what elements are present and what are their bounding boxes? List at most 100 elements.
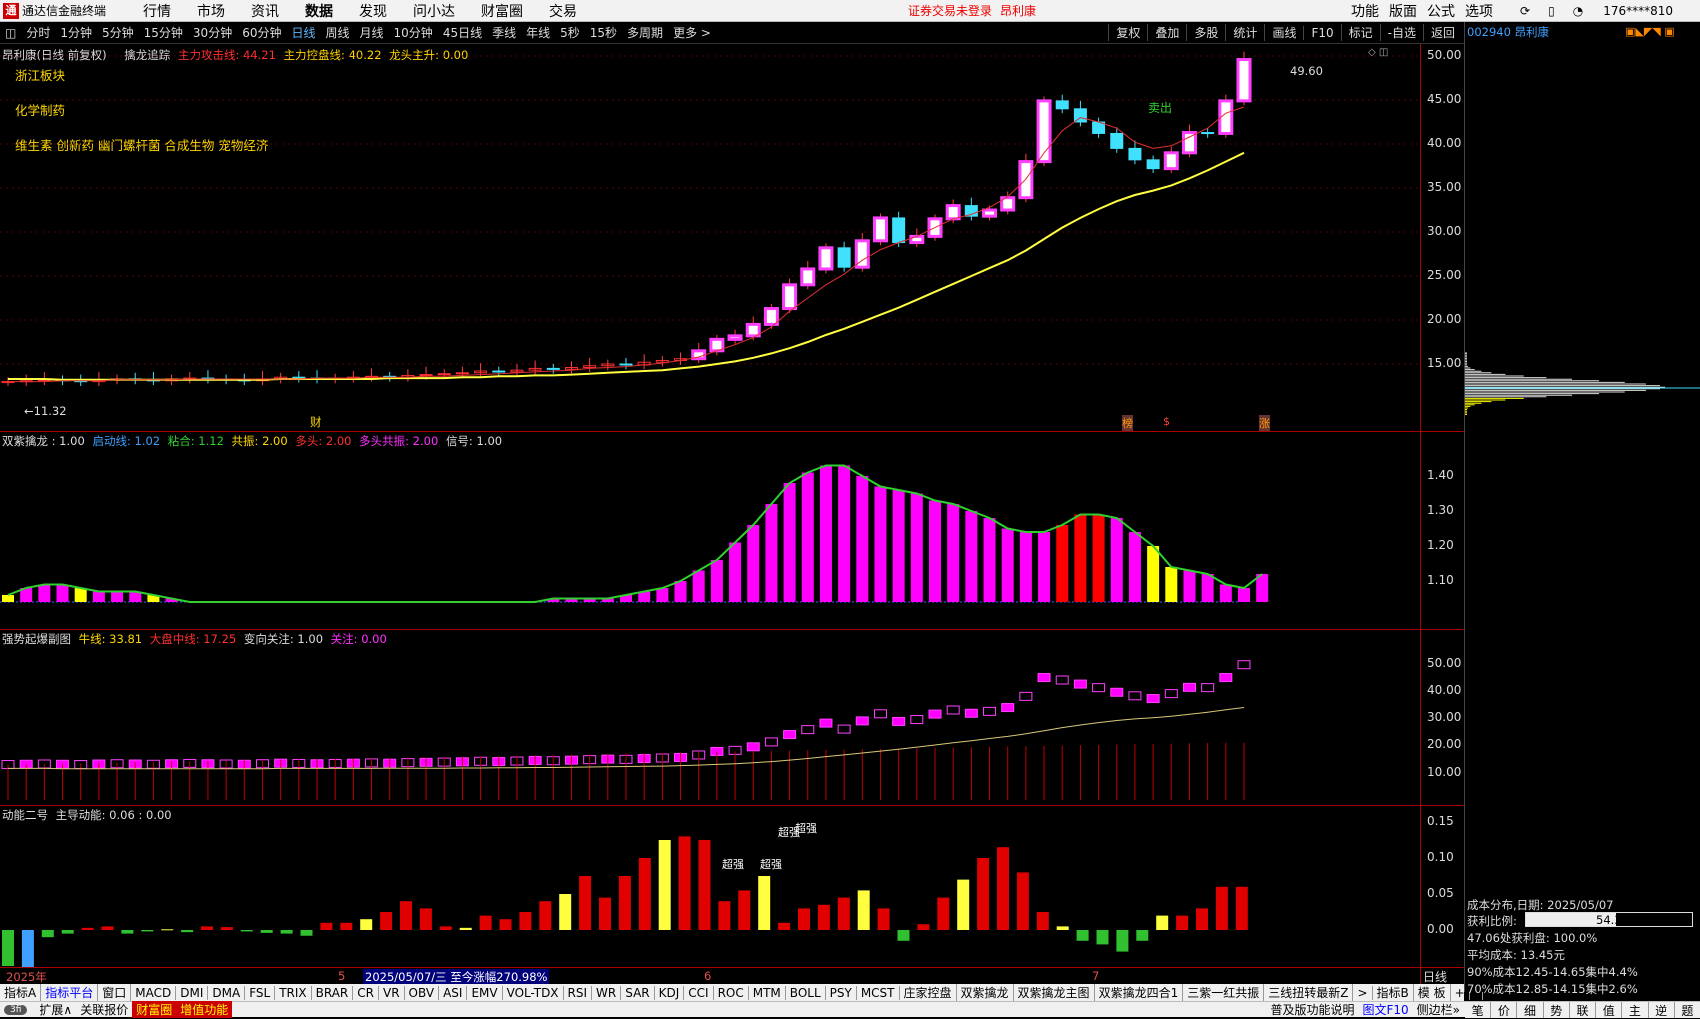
panel-tab[interactable]: 主 [1622, 1002, 1649, 1018]
strong-burst-pane[interactable]: 强势起爆副图 牛线: 33.81 大盘中线: 17.25 变向关注: 1.00 … [0, 629, 1464, 806]
indicator-tab[interactable]: WR [592, 985, 622, 1000]
phone-icon[interactable]: ▯ [1548, 4, 1555, 18]
indicator-tab[interactable]: 指标B [1373, 984, 1414, 1001]
menu-item-market[interactable]: 市场 [184, 1, 238, 21]
tool-adjust[interactable]: 复权 [1108, 24, 1147, 41]
tool-multi[interactable]: 多股 [1186, 24, 1225, 41]
refresh-icon[interactable]: ⟳ [1520, 4, 1530, 18]
panel-tab[interactable]: 题 [1674, 1002, 1700, 1018]
f10-button[interactable]: 图文F10 [1358, 1001, 1412, 1018]
rise-marker[interactable]: 涨 [1259, 415, 1270, 431]
wealth-circle-button[interactable]: 财富圈 [132, 1001, 177, 1018]
tool-overlay[interactable]: 叠加 [1147, 24, 1186, 41]
strong-burst-chart[interactable] [0, 630, 1420, 806]
indicator-tab[interactable]: > [1353, 985, 1373, 1000]
period-tab-daily[interactable]: 日线 [286, 24, 320, 41]
period-tab[interactable]: 45日线 [438, 24, 487, 41]
panel-toggle-icon[interactable]: ◫ [0, 26, 21, 40]
menu-layout[interactable]: 版面 [1384, 1, 1422, 21]
period-tab[interactable]: 5秒 [555, 24, 585, 41]
login-notice[interactable]: 证券交易未登录 [908, 2, 992, 19]
panel-tab[interactable]: 势 [1543, 1002, 1570, 1018]
period-tab[interactable]: 年线 [521, 24, 555, 41]
indicator-tab[interactable]: RSI [564, 985, 593, 1000]
bell-icon[interactable]: ◔ [1573, 4, 1583, 18]
indicator-tab[interactable]: 双紫擒龙主图 [1014, 984, 1095, 1001]
menu-item-discover[interactable]: 发现 [346, 1, 400, 21]
period-tab[interactable]: 季线 [487, 24, 521, 41]
user-id[interactable]: 176****810 [1603, 4, 1673, 18]
menu-item-trade[interactable]: 交易 [536, 1, 590, 21]
tool-draw[interactable]: 画线 [1264, 24, 1303, 41]
related-quotes-button[interactable]: 关联报价 [76, 1001, 132, 1018]
panel-tab[interactable]: 细 [1517, 1002, 1544, 1018]
tool-stats[interactable]: 统计 [1225, 24, 1264, 41]
finance-marker[interactable]: 财 [310, 414, 322, 430]
indicator-tab[interactable]: ROC [714, 985, 749, 1000]
indicator-tab[interactable]: 双紫擒龙四合1 [1095, 984, 1184, 1001]
menu-options[interactable]: 选项 [1460, 1, 1498, 21]
indicator-tab[interactable]: 三紫一红共振 [1183, 984, 1265, 1001]
period-tab[interactable]: 10分钟 [389, 24, 438, 41]
main-chart-pane[interactable]: 昂利康(日线 前复权) 擒龙追踪 主力攻击线: 44.21 主力控盘线: 40.… [0, 44, 1464, 432]
period-tab[interactable]: 多周期 [622, 24, 668, 41]
period-tab[interactable]: 15秒 [585, 24, 622, 41]
toggle-switch-icon[interactable]: 3fi [4, 1004, 28, 1015]
indicator-tab[interactable]: MACD [131, 985, 177, 1000]
indicator-tab[interactable]: EMV [467, 985, 503, 1000]
period-tab[interactable]: 分时 [21, 24, 55, 41]
indicator-tab[interactable]: VR [379, 985, 405, 1000]
dual-purple-pane[interactable]: 双紫擒龙 : 1.00 启动线: 1.02 粘合: 1.12 共振: 2.00 … [0, 431, 1464, 630]
indicator-tab[interactable]: 窗口 [98, 984, 132, 1001]
panel-tab[interactable]: 逆 [1648, 1002, 1675, 1018]
period-tab[interactable]: 周线 [321, 24, 355, 41]
indicator-tab[interactable]: BOLL [786, 985, 826, 1000]
panel-tab[interactable]: 值 [1596, 1002, 1623, 1018]
menu-function[interactable]: 功能 [1346, 1, 1384, 21]
period-tab[interactable]: 1分钟 [55, 24, 97, 41]
indicator-tab[interactable]: 指标平台 [41, 984, 99, 1001]
indicator-tab[interactable]: 庄家控盘 [900, 984, 957, 1001]
momentum-chart[interactable]: 超强 超强超强超强 [0, 806, 1420, 968]
tool-f10[interactable]: F10 [1303, 25, 1340, 40]
value-added-button[interactable]: 增值功能 [176, 1001, 233, 1018]
indicator-tab[interactable]: DMA [208, 985, 246, 1000]
tool-back[interactable]: 返回 [1422, 24, 1462, 41]
menu-item-quotes[interactable]: 行情 [130, 1, 184, 21]
indicator-tab[interactable]: BRAR [312, 985, 354, 1000]
menu-formula[interactable]: 公式 [1422, 1, 1460, 21]
indicator-tab[interactable]: MTM [749, 985, 786, 1000]
indicator-tab[interactable]: 指标A [0, 984, 42, 1001]
indicator-tab[interactable]: VOL-TDX [503, 985, 564, 1000]
period-tab-more[interactable]: 更多 > [668, 24, 716, 41]
indicator-tab[interactable]: MCST [857, 985, 900, 1000]
indicator-tab[interactable]: OBV [405, 985, 440, 1000]
indicator-tab[interactable]: ASI [439, 985, 468, 1000]
tool-watchlist[interactable]: -自选 [1379, 24, 1423, 41]
dual-purple-chart[interactable] [0, 432, 1420, 630]
menu-item-ask[interactable]: 问小达 [400, 1, 468, 21]
indicator-tab[interactable]: 双紫擒龙 [957, 984, 1014, 1001]
momentum-pane[interactable]: 动能二号 主导动能: 0.06 : 0.00 超强 超强 超强 超强 0.15 0.10… [0, 805, 1464, 968]
period-tab[interactable]: 30分钟 [188, 24, 237, 41]
period-tab[interactable]: 15分钟 [139, 24, 188, 41]
panel-tab[interactable]: 笔 [1465, 1002, 1492, 1018]
menu-item-news[interactable]: 资讯 [238, 1, 292, 21]
panel-tab[interactable]: 价 [1491, 1002, 1518, 1018]
indicator-tab[interactable]: TRIX [275, 985, 312, 1000]
panel-tab[interactable]: 联 [1569, 1002, 1597, 1018]
basic-edition-help[interactable]: 普及版功能说明 [1266, 1001, 1358, 1018]
period-tab[interactable]: 月线 [355, 24, 389, 41]
period-tab[interactable]: 5分钟 [97, 24, 139, 41]
indicator-tab[interactable]: KDJ [655, 985, 685, 1000]
indicator-tab[interactable]: CR [353, 985, 379, 1000]
indicator-tab[interactable]: SAR [621, 985, 655, 1000]
panel-icons[interactable]: ▣◣◤◥ ▣ [1625, 25, 1675, 38]
chip-distribution-chart[interactable] [1465, 352, 1700, 432]
indicator-tab[interactable]: CCI [684, 985, 714, 1000]
period-tab[interactable]: 60分钟 [237, 24, 286, 41]
rank-marker[interactable]: 榜 [1122, 415, 1133, 431]
candlestick-chart[interactable] [0, 44, 1420, 432]
indicator-tab[interactable]: PSY [826, 985, 857, 1000]
dollar-marker[interactable]: $ [1163, 415, 1170, 428]
